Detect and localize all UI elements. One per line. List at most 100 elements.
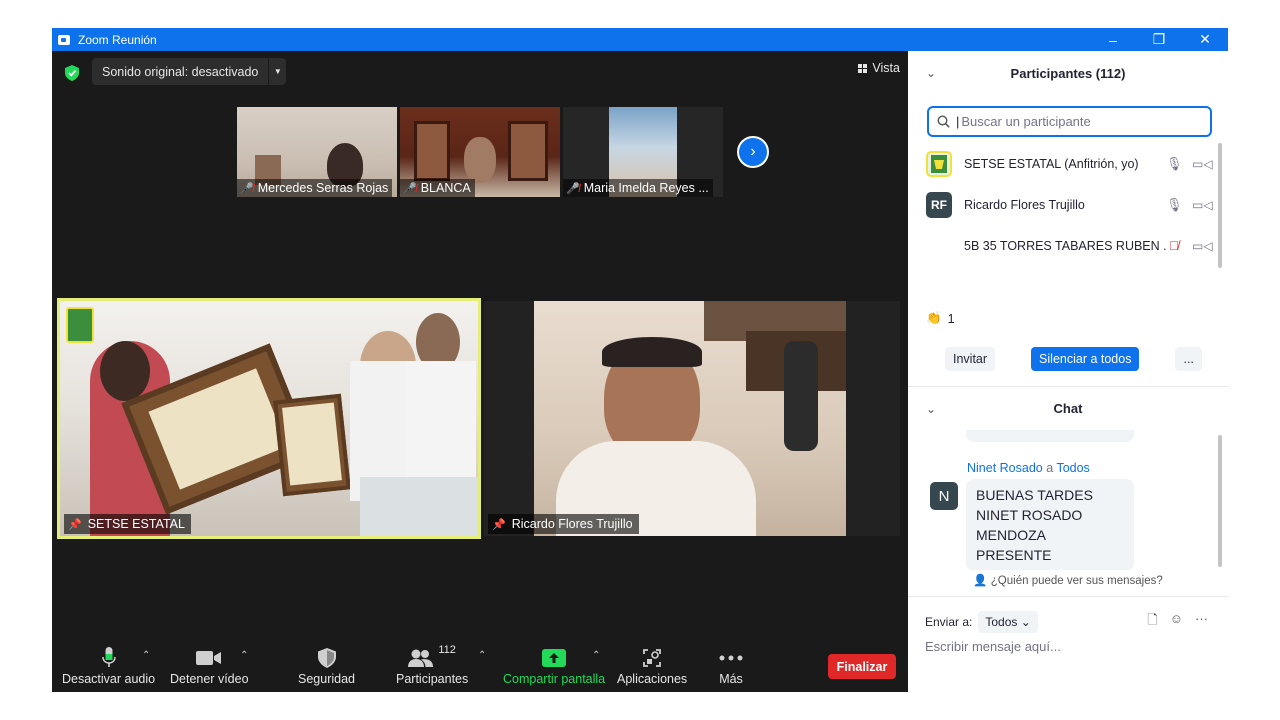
avatar: RF bbox=[926, 191, 952, 218]
participant-list-scrollbar[interactable] bbox=[1218, 143, 1222, 268]
clapping-hands-icon: 👏 bbox=[926, 311, 942, 325]
video-camera-icon[interactable]: ▭◁ bbox=[1192, 239, 1214, 253]
mic-muted-icon[interactable]: 🎙̸ bbox=[1166, 238, 1182, 253]
person-lock-icon: 👤 bbox=[973, 575, 988, 587]
chevron-right-icon: › bbox=[750, 143, 756, 160]
participant-name: SETSE ESTATAL (Anfitrión, yo) bbox=[964, 156, 1139, 171]
participant-name: SETSE ESTATAL bbox=[87, 517, 185, 531]
search-icon bbox=[937, 115, 950, 128]
microphone-icon[interactable]: 🎙 bbox=[1166, 197, 1183, 213]
next-page-button[interactable]: › bbox=[737, 136, 769, 168]
participant-name-tag: 🎤̸ BLANCA bbox=[400, 179, 475, 197]
stop-video-button[interactable]: Detener vídeo bbox=[170, 646, 249, 686]
participant-name-tag: 📌 SETSE ESTATAL bbox=[64, 514, 191, 534]
close-button[interactable]: ✕ bbox=[1182, 31, 1228, 48]
apps-icon bbox=[617, 646, 687, 670]
participant-row[interactable]: 5B 35 TORRES TABARES RUBEN ... 🎙̸ ▭◁ bbox=[908, 225, 1228, 266]
share-screen-button[interactable]: Compartir pantalla bbox=[503, 646, 605, 686]
participants-label: Participantes bbox=[396, 672, 469, 686]
view-button[interactable]: Vista bbox=[858, 61, 900, 75]
participant-thumbnail[interactable]: 🎤̸ BLANCA bbox=[400, 107, 560, 197]
restore-button[interactable]: ❐ bbox=[1136, 31, 1182, 48]
microphone-icon[interactable]: 🎙 bbox=[1166, 156, 1183, 172]
invite-button[interactable]: Invitar bbox=[945, 347, 996, 371]
participant-name-tag: 🎤̸ Maria Imelda Reyes ... bbox=[563, 179, 713, 197]
participant-thumbnail[interactable]: 🎤̸ Mercedes Serras Rojas bbox=[237, 107, 397, 197]
participant-name: Maria Imelda Reyes ... bbox=[583, 181, 709, 195]
thumbnail-strip: 🎤̸ Mercedes Serras Rojas 🎤̸ BLANCA 🎤̸ Maria… bbox=[237, 107, 723, 197]
participant-row[interactable]: SETSE ESTATAL (Anfitrión, yo) 🎙 ▭◁ bbox=[908, 143, 1228, 184]
participants-options-caret[interactable]: ⌃ bbox=[478, 650, 486, 661]
avatar bbox=[926, 233, 952, 259]
participant-thumbnail[interactable]: 🎤̸ Maria Imelda Reyes ... bbox=[563, 107, 723, 197]
participants-title: Participantes (112) bbox=[1010, 65, 1126, 81]
video-options-caret[interactable]: ⌃ bbox=[240, 650, 248, 661]
chat-message-bubble: BUENAS TARDES NINET ROSADO MENDOZA PRESE… bbox=[966, 479, 1134, 570]
original-sound-label: Sonido original: desactivado bbox=[102, 64, 259, 79]
chat-scrollbar[interactable] bbox=[1218, 435, 1222, 567]
side-panel: ⌄ Participantes (112) | Buscar un partici… bbox=[908, 51, 1228, 692]
more-label: Más bbox=[719, 672, 743, 686]
participant-name: Ricardo Flores Trujillo bbox=[511, 517, 633, 531]
pin-icon: 📌 bbox=[492, 518, 506, 531]
title-bar: Zoom Reunión – ❐ ✕ bbox=[52, 28, 1228, 51]
video-camera-icon[interactable]: ▭◁ bbox=[1192, 198, 1214, 212]
encryption-shield-icon[interactable] bbox=[65, 65, 79, 81]
grid-view-icon bbox=[858, 63, 868, 73]
participant-name: BLANCA bbox=[420, 181, 471, 195]
emoji-icon[interactable]: ☺ bbox=[1170, 611, 1183, 633]
mic-muted-icon: 🎤̸ bbox=[566, 182, 580, 195]
chat-message-input[interactable]: Escribir mensaje aquí... bbox=[925, 639, 1061, 654]
previous-message-bubble bbox=[966, 430, 1134, 442]
mute-all-button[interactable]: Silenciar a todos bbox=[1031, 347, 1140, 371]
collapse-participants-chevron-icon[interactable]: ⌄ bbox=[926, 66, 936, 80]
who-can-see-messages-link[interactable]: 👤 ¿Quién puede ver sus mensajes? bbox=[908, 573, 1228, 587]
security-label: Seguridad bbox=[298, 672, 355, 686]
mic-muted-icon: 🎤̸ bbox=[403, 182, 417, 195]
zoom-window: Zoom Reunión – ❐ ✕ Sonido original: desa… bbox=[52, 28, 1228, 692]
meeting-toolbar: Desactivar audio ⌃ Detener vídeo ⌃ Segur… bbox=[52, 628, 908, 692]
more-options-button[interactable]: ... bbox=[1175, 347, 1202, 371]
more-button[interactable]: Más bbox=[719, 646, 743, 686]
apps-label: Aplicaciones bbox=[617, 672, 688, 686]
share-options-caret[interactable]: ⌃ bbox=[592, 650, 600, 661]
setse-logo-avatar bbox=[926, 150, 952, 177]
participants-icon: 112 bbox=[396, 644, 468, 670]
message-recipient: Todos bbox=[1056, 461, 1090, 475]
original-sound-toggle[interactable]: Sonido original: desactivado ▼ bbox=[92, 58, 287, 85]
clap-reaction: 👏 1 bbox=[926, 311, 955, 326]
share-screen-label: Compartir pantalla bbox=[503, 672, 606, 686]
chevron-down-icon[interactable]: ▼ bbox=[268, 58, 286, 85]
file-icon[interactable]: 🗋 bbox=[1147, 611, 1157, 633]
reaction-count: 1 bbox=[947, 311, 955, 326]
more-dots-icon[interactable]: ··· bbox=[1195, 611, 1208, 633]
mic-muted-icon: 🎤̸ bbox=[240, 182, 254, 195]
video-camera-icon[interactable]: ▭◁ bbox=[1192, 157, 1214, 171]
end-meeting-button[interactable]: Finalizar bbox=[828, 654, 896, 679]
video-camera-icon bbox=[170, 646, 249, 670]
participant-list: SETSE ESTATAL (Anfitrión, yo) 🎙 ▭◁ RF Ri… bbox=[908, 143, 1228, 268]
window-title: Zoom Reunión bbox=[78, 32, 157, 47]
stop-video-label: Detener vídeo bbox=[170, 672, 249, 686]
participant-row[interactable]: RF Ricardo Flores Trujillo 🎙 ▭◁ bbox=[908, 184, 1228, 225]
participants-button[interactable]: 112 Participantes bbox=[396, 644, 469, 686]
participant-name: Ricardo Flores Trujillo bbox=[964, 197, 1085, 212]
compose-actions: 🗋 ☺ ··· bbox=[1147, 611, 1208, 633]
chat-messages: Ninet Rosado a Todos N BUENAS TARDES NIN… bbox=[908, 430, 1228, 570]
audio-options-caret[interactable]: ⌃ bbox=[142, 650, 150, 661]
search-placeholder: Buscar un participante bbox=[961, 114, 1091, 129]
recipient-dropdown[interactable]: Todos ⌄ bbox=[978, 611, 1038, 633]
security-shield-icon bbox=[298, 646, 355, 670]
video-tile-ricardo[interactable]: 📌 Ricardo Flores Trujillo bbox=[484, 301, 900, 536]
security-button[interactable]: Seguridad bbox=[298, 646, 355, 686]
zoom-logo-icon bbox=[58, 34, 70, 45]
chat-compose: Enviar a: Todos ⌄ 🗋 ☺ ··· Escribir mensa… bbox=[908, 596, 1228, 692]
minimize-button[interactable]: – bbox=[1090, 32, 1136, 48]
video-tile-setse[interactable]: 📌 SETSE ESTATAL bbox=[57, 298, 481, 539]
participant-search-input[interactable]: | Buscar un participante bbox=[927, 106, 1212, 137]
message-sender[interactable]: Ninet Rosado bbox=[967, 461, 1043, 475]
more-dots-icon bbox=[719, 646, 743, 670]
collapse-chat-chevron-icon[interactable]: ⌄ bbox=[926, 402, 936, 416]
apps-button[interactable]: Aplicaciones bbox=[617, 646, 687, 686]
chevron-down-icon: ⌄ bbox=[1020, 615, 1031, 629]
